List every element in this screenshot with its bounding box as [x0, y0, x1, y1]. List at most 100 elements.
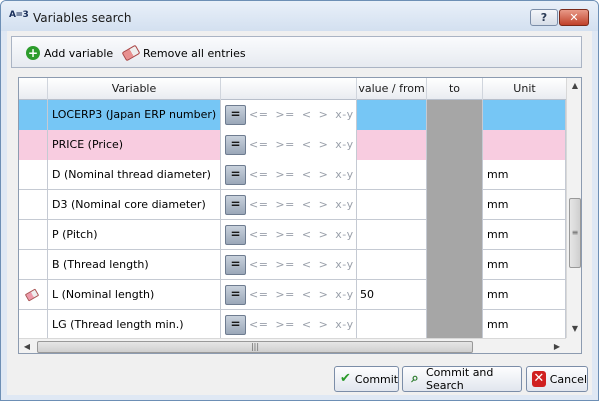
to-cell — [427, 250, 483, 280]
unit-cell: mm — [483, 310, 566, 340]
search-check-icon: ⌕ — [411, 371, 419, 386]
operator-cell: = <= >= < > x-y — [221, 100, 357, 130]
equals-operator-button[interactable]: = — [225, 315, 246, 335]
value-from-cell[interactable] — [357, 100, 427, 130]
variable-cell[interactable]: LG (Thread length min.) — [48, 310, 221, 340]
header-value-from[interactable]: value / from — [357, 78, 427, 100]
value-from-cell[interactable] — [357, 190, 427, 220]
value-from-cell[interactable] — [357, 160, 427, 190]
unit-cell: mm — [483, 220, 566, 250]
to-cell — [427, 280, 483, 310]
table-row[interactable]: LG (Thread length min.) = <= >= < > x-y mm — [19, 310, 566, 340]
operator-options[interactable]: <= >= < > x-y — [249, 250, 354, 280]
header-unit[interactable]: Unit — [483, 78, 566, 100]
unit-cell — [483, 100, 566, 130]
scrollbar-corner — [566, 338, 581, 353]
unit-cell: mm — [483, 160, 566, 190]
table-row[interactable]: D3 (Nominal core diameter) = <= >= < > x-y… — [19, 190, 566, 220]
variable-cell[interactable]: LOCERP3 (Japan ERP number) — [48, 100, 221, 130]
equals-operator-button[interactable]: = — [225, 255, 246, 275]
edit-row-icon — [24, 288, 40, 302]
operator-cell: = <= >= < > x-y — [221, 190, 357, 220]
value-from-cell[interactable] — [357, 220, 427, 250]
value-from-cell[interactable] — [357, 310, 427, 340]
value-from-cell[interactable]: 50 — [357, 280, 427, 310]
equals-operator-button[interactable]: = — [225, 195, 246, 215]
commit-button[interactable]: ✔ Commit — [334, 366, 399, 392]
operator-options[interactable]: <= >= < > x-y — [249, 100, 354, 130]
operator-options[interactable]: <= >= < > x-y — [249, 310, 354, 340]
operator-cell: = <= >= < > x-y — [221, 280, 357, 310]
operator-options[interactable]: <= >= < > x-y — [249, 130, 354, 160]
table-row[interactable]: B (Thread length) = <= >= < > x-y mm — [19, 250, 566, 280]
operator-cell: = <= >= < > x-y — [221, 250, 357, 280]
row-indicator — [19, 310, 48, 340]
table-row[interactable]: P (Pitch) = <= >= < > x-y mm — [19, 220, 566, 250]
eraser-icon — [121, 44, 141, 62]
scroll-down-arrow-icon[interactable]: ▼ — [567, 321, 581, 337]
table-row[interactable]: LOCERP3 (Japan ERP number) = <= >= < > x-y — [19, 100, 566, 130]
equals-operator-button[interactable]: = — [225, 225, 246, 245]
plus-icon: + — [26, 46, 40, 60]
window-title: Variables search — [33, 11, 132, 25]
checkmark-icon: ✔ — [340, 371, 351, 386]
unit-cell: mm — [483, 280, 566, 310]
header-variable[interactable]: Variable — [48, 78, 221, 100]
table-row[interactable]: L (Nominal length) = <= >= < > x-y 50 mm — [19, 280, 566, 310]
variable-cell[interactable]: D3 (Nominal core diameter) — [48, 190, 221, 220]
horizontal-scroll-thumb[interactable]: ||| — [37, 341, 473, 353]
unit-cell: mm — [483, 190, 566, 220]
row-indicator — [19, 100, 48, 130]
variable-cell[interactable]: PRICE (Price) — [48, 130, 221, 160]
operator-options[interactable]: <= >= < > x-y — [249, 280, 354, 310]
help-button[interactable]: ? — [530, 9, 558, 26]
add-variable-button[interactable]: + Add variable — [26, 44, 113, 62]
grid-header: Variable value / from to Unit — [19, 78, 581, 100]
equals-operator-button[interactable]: = — [225, 285, 246, 305]
header-to[interactable]: to — [427, 78, 483, 100]
variable-cell[interactable]: P (Pitch) — [48, 220, 221, 250]
equals-operator-button[interactable]: = — [225, 135, 246, 155]
row-indicator — [19, 280, 48, 310]
scroll-right-arrow-icon[interactable]: ▶ — [549, 339, 565, 353]
horizontal-scrollbar[interactable]: ◀ ||| ▶ — [19, 338, 566, 353]
operator-cell: = <= >= < > x-y — [221, 160, 357, 190]
to-cell — [427, 190, 483, 220]
header-operators — [221, 78, 357, 100]
add-variable-label: Add variable — [44, 46, 114, 60]
to-cell — [427, 220, 483, 250]
to-cell — [427, 100, 483, 130]
cancel-x-icon: ✕ — [532, 371, 546, 387]
scroll-up-arrow-icon[interactable]: ▲ — [567, 78, 581, 94]
row-indicator — [19, 160, 48, 190]
cancel-label: Cancel — [549, 372, 587, 386]
value-from-cell[interactable] — [357, 130, 427, 160]
variable-cell[interactable]: B (Thread length) — [48, 250, 221, 280]
row-indicator — [19, 130, 48, 160]
commit-and-search-button[interactable]: ⌕ Commit and Search — [402, 366, 522, 392]
to-cell — [427, 160, 483, 190]
remove-all-entries-button[interactable]: Remove all entries — [121, 44, 246, 62]
cancel-button[interactable]: ✕ Cancel — [526, 366, 588, 392]
variable-cell[interactable]: L (Nominal length) — [48, 280, 221, 310]
operator-options[interactable]: <= >= < > x-y — [249, 160, 354, 190]
unit-cell: mm — [483, 250, 566, 280]
value-from-cell[interactable] — [357, 250, 427, 280]
vertical-scroll-thumb[interactable]: ≡ — [569, 198, 581, 268]
vertical-scrollbar[interactable]: ▲ ≡ ▼ — [566, 78, 581, 338]
operator-options[interactable]: <= >= < > x-y — [249, 220, 354, 250]
variable-cell[interactable]: D (Nominal thread diameter) — [48, 160, 221, 190]
app-icon: A=3 — [9, 10, 29, 20]
scroll-left-arrow-icon[interactable]: ◀ — [19, 339, 35, 353]
table-row[interactable]: D (Nominal thread diameter) = <= >= < > x-… — [19, 160, 566, 190]
close-button[interactable]: ✕ — [559, 9, 589, 26]
operator-options[interactable]: <= >= < > x-y — [249, 190, 354, 220]
unit-cell — [483, 130, 566, 160]
equals-operator-button[interactable]: = — [225, 105, 246, 125]
operator-cell: = <= >= < > x-y — [221, 310, 357, 340]
toolbar: + Add variable Remove all entries — [11, 36, 582, 68]
table-row[interactable]: PRICE (Price) = <= >= < > x-y — [19, 130, 566, 160]
equals-operator-button[interactable]: = — [225, 165, 246, 185]
variables-search-window: A=3 Variables search ? ✕ + Add variable … — [0, 0, 599, 401]
commit-label: Commit — [354, 372, 399, 386]
